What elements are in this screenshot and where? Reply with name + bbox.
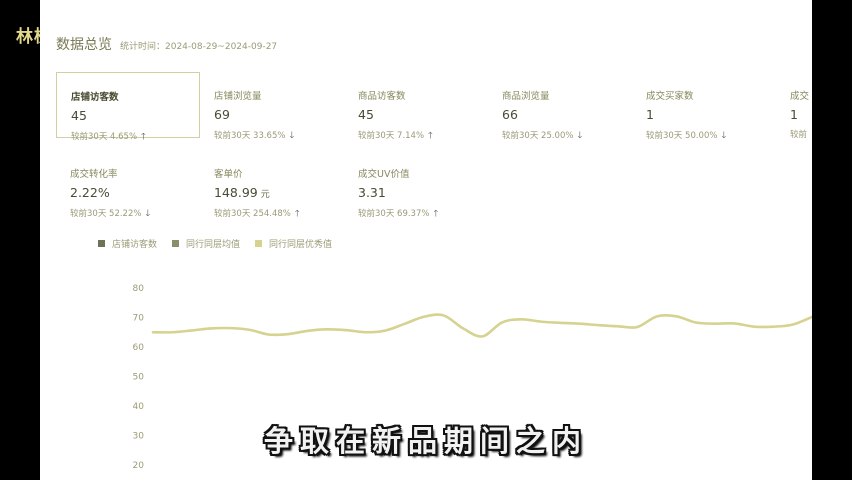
dashboard-header: 数据总览 统计时间：2024-08-29~2024-09-27 — [56, 34, 277, 54]
compare-label: 较前 — [790, 130, 808, 140]
legend-swatch — [172, 240, 180, 247]
y-tick-label: 80 — [133, 284, 145, 294]
compare-label: 较前30天 — [70, 209, 107, 219]
chart-legend: 店铺访客数 同行同层均值 同行同层优秀值 — [98, 237, 332, 250]
metric-value: 2.22% — [70, 185, 200, 200]
metric-card[interactable]: 成交买家数 1 较前30天 50.00% 🡓 — [632, 72, 776, 141]
metric-compare: 较前30天 254.48% 🡑 — [214, 206, 344, 222]
compare-label: 较前30天 — [358, 131, 395, 141]
trend-up-icon: 🡑 — [294, 209, 300, 219]
dashboard-panel: 数据总览 统计时间：2024-08-29~2024-09-27 店铺访客数 45 较… — [40, 0, 812, 480]
metric-value: 148.99 元 — [214, 185, 344, 200]
metric-card[interactable]: 店铺浏览量 69 较前30天 33.65% 🡓 — [200, 72, 344, 141]
metric-card[interactable]: 客单价 148.99 元较前30天 254.48% 🡑 — [200, 150, 344, 219]
metric-number: 3.31 — [358, 185, 386, 200]
compare-value: 4.65% — [110, 132, 138, 142]
metric-label: 成交转化率 — [70, 169, 118, 180]
compare-value: 7.14% — [397, 131, 425, 141]
compare-value: 52.22% — [109, 209, 142, 219]
legend-item[interactable]: 同行同层均值 — [172, 237, 240, 250]
metric-compare: 较前30天 50.00% 🡓 — [646, 128, 776, 144]
metric-number: 45 — [358, 107, 374, 122]
trend-down-icon: 🡓 — [721, 131, 727, 141]
metric-number: 148.99 — [214, 185, 258, 200]
metric-card[interactable]: 商品访客数 45 较前30天 7.14% 🡑 — [344, 72, 488, 141]
metric-unit: 元 — [260, 190, 270, 200]
metric-compare: 较前30天 7.14% 🡑 — [358, 128, 488, 144]
y-tick-label: 70 — [133, 314, 145, 324]
trend-down-icon: 🡓 — [145, 209, 151, 219]
metric-card[interactable]: 成交转化率 2.22% 较前30天 52.22% 🡓 — [56, 150, 200, 219]
legend-swatch — [98, 240, 105, 247]
trend-down-icon: 🡓 — [577, 131, 583, 141]
compare-label: 较前30天 — [71, 132, 108, 142]
metric-number: 69 — [214, 107, 230, 122]
metric-value: 45 — [71, 108, 199, 123]
metric-compare: 较前30天 69.37% 🡑 — [358, 206, 488, 222]
legend-item[interactable]: 同行同层优秀值 — [255, 237, 332, 250]
compare-label: 较前30天 — [358, 209, 395, 219]
series-line — [151, 313, 812, 338]
metric-value: 1 — [646, 107, 776, 122]
metric-value: 45 — [358, 107, 488, 122]
legend-label: 店铺访客数 — [112, 240, 158, 250]
y-tick-label: 40 — [133, 402, 145, 412]
legend-label: 同行同层均值 — [186, 240, 241, 250]
page-title: 数据总览 — [56, 37, 112, 53]
legend-item[interactable]: 店铺访客数 — [98, 237, 157, 250]
metric-compare: 较前 — [790, 128, 812, 140]
channel-logo: 林栊 — [16, 27, 40, 47]
metric-value: 1 — [790, 107, 812, 122]
metric-compare: 较前30天 4.65% 🡑 — [71, 129, 199, 145]
metric-number: 1 — [646, 107, 654, 122]
metric-label: 商品浏览量 — [502, 91, 550, 102]
metric-compare: 较前30天 52.22% 🡓 — [70, 206, 200, 222]
y-tick-label: 20 — [133, 461, 145, 471]
metric-number: 45 — [71, 108, 87, 123]
metric-number: 66 — [502, 107, 518, 122]
compare-value: 33.65% — [253, 131, 286, 141]
stat-period: 统计时间：2024-08-29~2024-09-27 — [120, 42, 278, 52]
metric-compare: 较前30天 33.65% 🡓 — [214, 128, 344, 144]
metric-value: 69 — [214, 107, 344, 122]
metric-number: 2.22% — [70, 185, 110, 200]
metric-number: 1 — [790, 107, 798, 122]
compare-label: 较前30天 — [214, 209, 251, 219]
metric-label: 店铺浏览量 — [214, 91, 262, 102]
metric-card[interactable]: 店铺访客数 45 较前30天 4.65% 🡑 — [56, 72, 200, 142]
trend-up-icon: 🡑 — [433, 209, 439, 219]
compare-label: 较前30天 — [214, 131, 251, 141]
compare-label: 较前30天 — [646, 131, 683, 141]
compare-value: 69.37% — [397, 209, 430, 219]
trend-up-icon: 🡑 — [428, 131, 433, 141]
metric-value: 66 — [502, 107, 632, 122]
trend-up-icon: 🡑 — [141, 132, 146, 142]
metric-card[interactable]: 成交UV价值 3.31 较前30天 69.37% 🡑 — [344, 150, 488, 219]
metric-label: 成交 — [790, 91, 810, 102]
metric-label: 成交买家数 — [646, 91, 694, 102]
legend-swatch — [255, 240, 263, 247]
metric-label: 成交UV价值 — [358, 169, 410, 180]
metric-label: 店铺访客数 — [71, 92, 119, 103]
metric-compare: 较前30天 25.00% 🡓 — [502, 128, 632, 144]
compare-value: 50.00% — [685, 131, 718, 141]
metric-value: 3.31 — [358, 185, 488, 200]
y-tick-label: 50 — [133, 373, 145, 383]
metric-card[interactable]: 商品浏览量 66 较前30天 25.00% 🡓 — [488, 72, 632, 141]
legend-label: 同行同层优秀值 — [269, 240, 333, 250]
metric-label: 客单价 — [214, 169, 243, 180]
trend-down-icon: 🡓 — [289, 131, 295, 141]
video-subtitle: 争取在新品期间之内 — [263, 424, 588, 458]
compare-label: 较前30天 — [502, 131, 539, 141]
compare-value: 25.00% — [541, 131, 574, 141]
y-tick-label: 60 — [133, 343, 145, 353]
metric-card[interactable]: 成交 1 较前 — [776, 72, 812, 140]
compare-value: 254.48% — [253, 209, 291, 219]
metric-label: 商品访客数 — [358, 91, 406, 102]
